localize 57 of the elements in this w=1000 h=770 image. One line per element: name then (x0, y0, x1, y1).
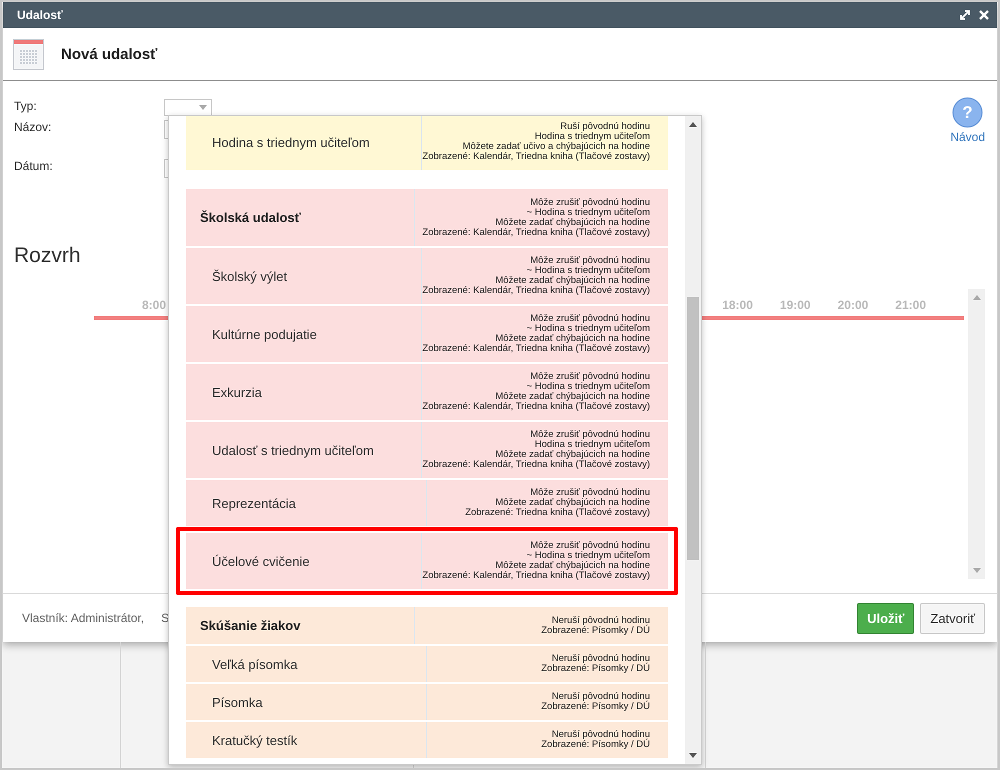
option-label: Udalosť s triednym učiteľom (211, 442, 375, 460)
option-label: Exkurzia (211, 384, 263, 402)
dropdown-option[interactable]: Písomka Neruší pôvodnú hodinu Zobrazené: Písomky / DÚ (186, 684, 668, 720)
window-title: Udalosť (17, 8, 64, 22)
option-label: Kratučký testík (211, 732, 298, 750)
maximize-icon[interactable] (960, 10, 970, 20)
scrollbar[interactable] (685, 116, 701, 764)
option-label: Hodina s triednym učiteľom (211, 134, 371, 152)
option-label: Účelové cvičenie (211, 552, 311, 570)
time-label: 21:00 (895, 298, 926, 312)
group-header[interactable]: Skúšanie žiakov Neruší pôvodnú hodinu Zobrazené: Písomky / DÚ (186, 607, 668, 644)
scroll-down-icon[interactable] (689, 753, 697, 758)
option-description: Neruší pôvodnú hodinu Zobrazené: Písomky / DÚ (426, 722, 668, 758)
option-description: Ruší pôvodnú hodinu Hodina s triednym učiteľom Môžete zadať učivo a chýbajúcich na hodine Zobrazené: Kalendár, Triedna kniha (Tlačové zostavy) (421, 116, 668, 170)
group-header[interactable]: Školská udalosť Môže zrušiť pôvodnú hodinu ~ Hodina s triednym učiteľom Môžete zadať chýbajúcich na hodine Zobrazené: Kalendár, Triedna kniha (Tlačové zostavy) (186, 189, 668, 246)
section-heading: Rozvrh (14, 244, 81, 268)
option-description: Neruší pôvodnú hodinu Zobrazené: Písomky / DÚ (414, 607, 668, 644)
option-description: Môže zrušiť pôvodnú hodinu ~ Hodina s triednym učiteľom Môžete zadať chýbajúcich na hodine Zobrazené: Kalendár, Triedna kniha (Tlačové zostavy) (421, 364, 668, 420)
option-description: Môže zrušiť pôvodnú hodinu ~ Hodina s triednym učiteľom Môžete zadať chýbajúcich na hodine Zobrazené: Kalendár, Triedna kniha (Tlačové zostavy) (421, 533, 668, 589)
option-description: Neruší pôvodnú hodinu Zobrazené: Písomky / DÚ (426, 646, 668, 682)
option-description: Neruší pôvodnú hodinu Zobrazené: Písomky / DÚ (426, 684, 668, 720)
dropdown-option[interactable]: Veľká písomka Neruší pôvodnú hodinu Zobrazené: Písomky / DÚ (186, 646, 668, 682)
option-label: Veľká písomka (211, 656, 298, 674)
option-description: Môže zrušiť pôvodnú hodinu ~ Hodina s triednym učiteľom Môžete zadať chýbajúcich na hodine Zobrazené: Kalendár, Triedna kniha (Tlačové zostavy) (421, 306, 668, 362)
option-label: Školská udalosť (199, 209, 302, 227)
field-label: Typ: (14, 99, 38, 113)
dropdown-option[interactable]: Hodina s triednym učiteľom Ruší pôvodnú hodinu Hodina s triednym učiteľom Môžete zadať učivo a chýbajúcich na hodine Zobrazené: Kalendár, Triedna kniha (Tlačové zostavy) (186, 116, 668, 170)
close-button[interactable]: Zatvoriť (920, 602, 985, 634)
option-description: Môže zrušiť pôvodnú hodinu Hodina s triednym učiteľom Môžete zadať chýbajúcich na hodine Zobrazené: Kalendár, Triedna kniha (Tlačové zostavy) (421, 422, 668, 478)
option-label: Reprezentácia (211, 494, 297, 513)
time-label: 20:00 (838, 298, 868, 312)
owner-text: Vlastník: Administrátor, (22, 611, 144, 625)
option-description: Môže zrušiť pôvodnú hodinu ~ Hodina s triednym učiteľom Môžete zadať chýbajúcich na hodine Zobrazené: Kalendár, Triedna kniha (Tlačové zostavy) (414, 189, 668, 246)
dropdown-option[interactable]: Reprezentácia Môže zrušiť pôvodnú hodinu Môžete zadať chýbajúcich na hodine Zobrazené: Triedna kniha (Tlačové zostavy) (186, 480, 668, 526)
option-label: Školský výlet (211, 268, 288, 286)
caret-icon (199, 105, 207, 110)
dropdown-option[interactable]: Kratučký testík Neruší pôvodnú hodinu Zobrazené: Písomky / DÚ (186, 722, 668, 758)
help-link[interactable]: Návod (950, 130, 985, 144)
close-icon[interactable] (979, 10, 989, 20)
dropdown-option[interactable]: Účelové cvičenie Môže zrušiť pôvodnú hodinu ~ Hodina s triednym učiteľom Môžete zadať chýbajúcich na hodine Zobrazené: Kalendár, Triedna kniha (Tlačové zostavy) (186, 533, 668, 589)
calendar-icon (13, 38, 44, 70)
option-label: Kultúrne podujatie (211, 326, 318, 344)
dropdown-option[interactable]: Školský výlet Môže zrušiť pôvodnú hodinu ~ Hodina s triednym učiteľom Môžete zadať chýbajúcich na hodine Zobrazené: Kalendár, Triedna kniha (Tlačové zostavy) (186, 248, 668, 304)
option-description: Môže zrušiť pôvodnú hodinu Môžete zadať chýbajúcich na hodine Zobrazené: Triedna kniha (Tlačové zostavy) (426, 480, 668, 526)
option-label: Skúšanie žiakov (199, 617, 302, 635)
dropdown-option[interactable]: Kultúrne podujatie Môže zrušiť pôvodnú hodinu ~ Hodina s triednym učiteľom Môžete zadať chýbajúcich na hodine Zobrazené: Kalendár, Triedna kniha (Tlačové zostavy) (186, 306, 668, 362)
time-label: 8:00 (142, 298, 166, 312)
dialog-title: Nová udalosť (61, 46, 158, 62)
field-label: Názov: (14, 120, 52, 134)
time-label: 19:00 (780, 298, 811, 312)
scroll-up-icon[interactable] (689, 122, 697, 127)
dropdown-option[interactable]: Exkurzia Môže zrušiť pôvodnú hodinu ~ Hodina s triednym učiteľom Môžete zadať chýbajúcich na hodine Zobrazené: Kalendár, Triedna kniha (Tlačové zostavy) (186, 364, 668, 420)
dropdown-option[interactable]: Udalosť s triednym učiteľom Môže zrušiť pôvodnú hodinu Hodina s triednym učiteľom Môžete zadať chýbajúcich na hodine Zobrazené: Kalendár, Triedna kniha (Tlačové zostavy) (186, 422, 668, 478)
time-label: 18:00 (722, 298, 753, 312)
field-label: Dátum: (14, 159, 54, 173)
option-description: Môže zrušiť pôvodnú hodinu ~ Hodina s triednym učiteľom Môžete zadať chýbajúcich na hodine Zobrazené: Kalendár, Triedna kniha (Tlačové zostavy) (421, 248, 668, 304)
option-label: Písomka (211, 694, 264, 712)
